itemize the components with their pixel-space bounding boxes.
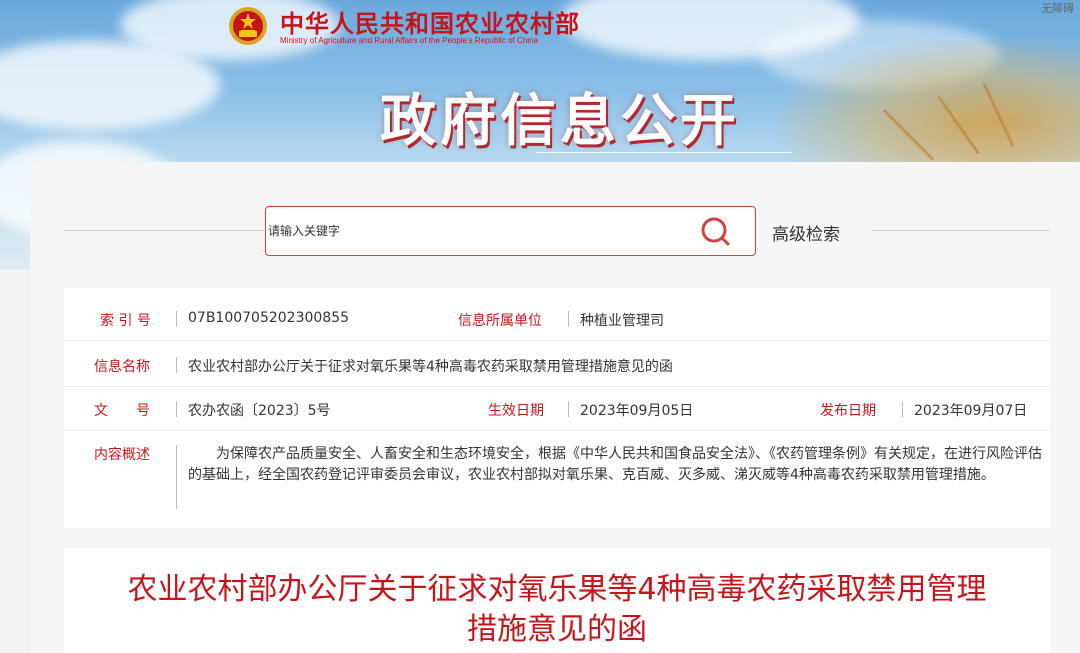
divider [176,445,177,509]
ministry-name-en: Ministry of Agriculture and Rural Affair… [280,36,538,45]
main-panel: 高级检索 索 引 号 07B100705202300855 信息所属单位 种植业… [30,162,1080,653]
document-info-table: 索 引 号 07B100705202300855 信息所属单位 种植业管理司 信… [64,288,1050,528]
divider-line [64,230,275,231]
search-icon[interactable] [696,215,736,249]
advanced-search-link[interactable]: 高级检索 [772,220,840,245]
article-title-line: 措施意见的函 [467,612,647,647]
page-title: 政府信息公开 [380,89,740,154]
summary-text: 为保障农产品质量安全、人畜安全和生态环境安全，根据《中华人民共和国食品安全法》、… [188,446,1042,483]
article-header: 农业农村部办公厅关于征求对氧乐果等4种高毒农药采取禁用管理 措施意见的函 [64,548,1050,653]
name-label: 信息名称 [94,359,150,375]
row-divider [64,430,1050,431]
article-title: 农业农村部办公厅关于征求对氧乐果等4种高毒农药采取禁用管理 措施意见的函 [104,570,1010,650]
accessibility-link[interactable]: 无障碍 [1041,0,1074,16]
hero-divider [536,152,792,153]
national-emblem-logo[interactable] [228,6,268,46]
effective-date-value: 2023年09月05日 [580,403,694,419]
divider [902,401,903,417]
search-input[interactable] [266,207,686,255]
divider [176,401,177,417]
info-row-summary: 内容概述 为保障农产品质量安全、人畜安全和生态环境安全，根据《中华人民共和国食品… [64,444,1050,514]
divider [176,357,177,373]
publish-date-value: 2023年09月07日 [914,403,1028,419]
info-row-docno: 文 号 农办农函〔2023〕5号 生效日期 2023年09月05日 发布日期 2… [64,400,1050,424]
divider [568,401,569,417]
divider [176,311,177,327]
row-divider [64,340,1050,341]
doc-number-label: 文 号 [94,403,150,419]
name-value: 农业农村部办公厅关于征求对氧乐果等4种高毒农药采取禁用管理措施意见的函 [188,359,673,375]
divider-line [872,230,1050,231]
ministry-name-cn[interactable]: 中华人民共和国农业农村部 [280,4,580,39]
row-divider [64,386,1050,387]
unit-label: 信息所属单位 [458,313,542,329]
index-value: 07B100705202300855 [188,310,350,326]
article-title-line: 农业农村部办公厅关于征求对氧乐果等4种高毒农药采取禁用管理 [127,572,987,607]
divider [568,311,569,327]
search-row: 高级检索 [30,206,1080,256]
index-label: 索 引 号 [100,313,151,329]
doc-number-value: 农办农函〔2023〕5号 [188,403,331,419]
search-box [265,206,756,256]
unit-value: 种植业管理司 [580,313,664,329]
summary-label: 内容概述 [94,447,150,463]
publish-date-label: 发布日期 [820,403,876,419]
info-row-name: 信息名称 农业农村部办公厅关于征求对氧乐果等4种高毒农药采取禁用管理措施意见的函 [64,356,1050,380]
info-row-index: 索 引 号 07B100705202300855 信息所属单位 种植业管理司 [64,310,1050,334]
effective-date-label: 生效日期 [488,403,544,419]
